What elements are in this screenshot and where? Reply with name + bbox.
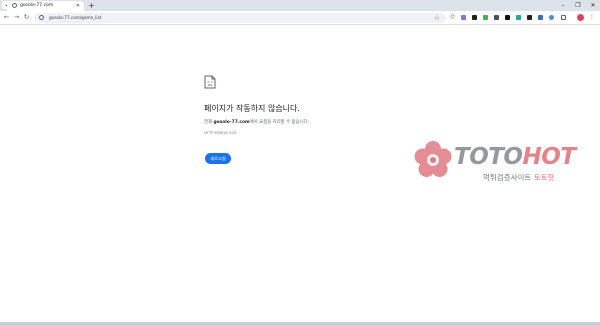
address-bar[interactable]: gosolo-77.com/game_list ☆ xyxy=(34,12,446,23)
new-tab-button[interactable]: + xyxy=(87,1,96,10)
reload-button[interactable]: 새로고침 xyxy=(205,153,231,164)
watermark-flower-logo xyxy=(414,141,452,177)
watermark-brand-hot: HOT xyxy=(522,144,576,170)
watermark-tagline-text: 먹튀검증사이트 xyxy=(483,173,534,182)
close-icon[interactable]: ✕ xyxy=(76,2,80,10)
error-desc-prefix: 현재 xyxy=(204,120,213,125)
minimize-button[interactable]: – xyxy=(556,0,570,11)
extension-icon[interactable] xyxy=(538,15,543,20)
extension-icon[interactable] xyxy=(527,15,532,20)
watermark-tagline-name: 토토핫 xyxy=(533,173,555,182)
extension-icon[interactable] xyxy=(494,15,499,20)
forward-icon[interactable]: → xyxy=(12,13,21,22)
extension-icon[interactable] xyxy=(472,15,477,20)
tab-strip: ⌄ gosolo-77.com ✕ + – ❐ ✕ xyxy=(0,0,600,11)
maximize-button[interactable]: ❐ xyxy=(571,0,585,11)
globe-icon xyxy=(12,3,17,8)
error-code: HTTP ERROR 502 xyxy=(204,131,237,135)
error-title: 페이지가 작동하지 않습니다. xyxy=(204,104,300,113)
error-host: gosolo-77.com xyxy=(213,120,250,125)
extension-icon[interactable] xyxy=(516,15,521,20)
site-info-icon[interactable] xyxy=(39,14,44,20)
watermark-brand: TOTOHOT xyxy=(454,144,576,170)
back-icon[interactable]: ← xyxy=(2,13,11,22)
watermark-tagline: 먹튀검증사이트 토토핫 xyxy=(483,172,554,183)
tab-title: gosolo-77.com xyxy=(20,3,54,8)
profile-avatar[interactable] xyxy=(577,14,584,21)
extension-icon[interactable] xyxy=(549,15,554,20)
tab-active[interactable]: gosolo-77.com ✕ xyxy=(7,1,84,11)
close-window-button[interactable]: ✕ xyxy=(586,0,600,11)
extension-icon[interactable] xyxy=(505,15,510,20)
extensions-puzzle-icon[interactable] xyxy=(561,15,566,20)
menu-dots-icon[interactable]: ⋮ xyxy=(589,13,595,22)
extension-icon[interactable] xyxy=(483,15,488,20)
watermark-brand-toto: TOTO xyxy=(454,144,523,170)
sad-document-icon xyxy=(204,75,216,89)
reload-icon[interactable]: ↻ xyxy=(22,13,31,22)
extension-icon[interactable] xyxy=(461,15,466,20)
browser-toolbar: ← → ↻ gosolo-77.com/game_list ☆ ⌬ ⋮ xyxy=(0,11,600,25)
url-text[interactable]: gosolo-77.com/game_list xyxy=(49,13,101,23)
error-desc-rest: 에서 요청을 처리할 수 없습니다. xyxy=(249,120,310,125)
error-description: 현재 gosolo-77.com에서 요청을 처리할 수 없습니다. xyxy=(204,119,309,125)
extension-icon[interactable]: ⌬ xyxy=(450,15,455,20)
bookmark-star-icon[interactable]: ☆ xyxy=(434,13,440,23)
